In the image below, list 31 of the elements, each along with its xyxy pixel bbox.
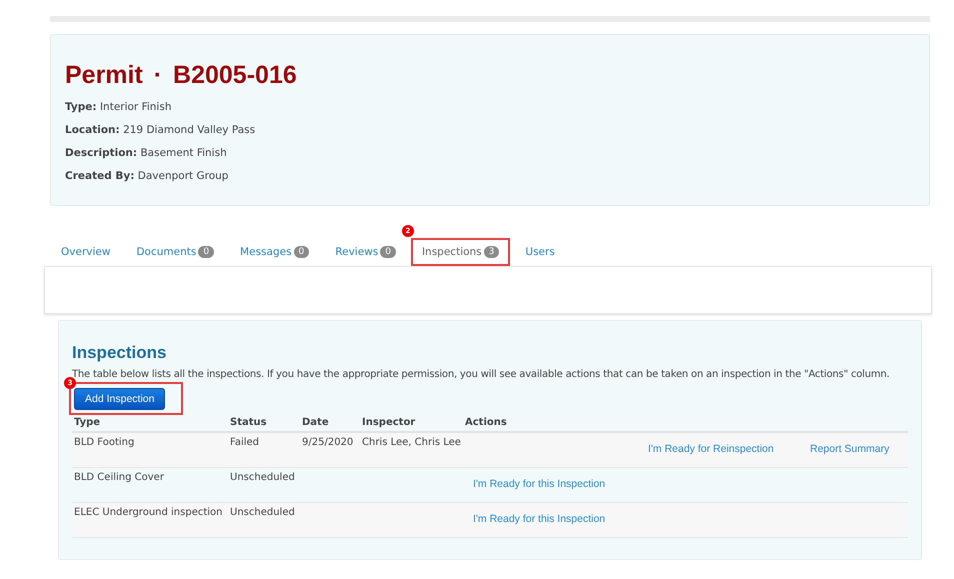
column-header: Date bbox=[302, 417, 329, 428]
action-link[interactable]: I'm Ready for this Inspection bbox=[473, 478, 606, 490]
table-cell: BLD Ceiling Cover bbox=[74, 472, 164, 483]
intro-text: The table below lists all the inspections. If you have the appropriate permission, you will see available actions that can be taken on an inspection in the "Actions" column. bbox=[72, 369, 891, 380]
column-header: Inspector bbox=[362, 417, 416, 428]
tab[interactable]: Documents 0 bbox=[125, 238, 226, 266]
table-cell: ELEC Underground inspection bbox=[74, 507, 223, 518]
column-header: Status bbox=[230, 417, 267, 428]
tab[interactable]: Messages 0 bbox=[229, 238, 320, 266]
table-cell: BLD Footing bbox=[74, 437, 134, 448]
column-header: Type bbox=[74, 417, 100, 428]
column-header: Actions bbox=[465, 417, 507, 428]
add-inspection-button[interactable]: Add Inspection bbox=[74, 388, 166, 410]
table-cell: Unscheduled bbox=[230, 507, 295, 518]
permit-detail: Created By: Davenport Group bbox=[65, 169, 230, 184]
table-cell: 9/25/2020 bbox=[302, 437, 354, 448]
permit-title: Permit · B2005-016 bbox=[65, 61, 298, 90]
permit-detail: Type: Interior Finish bbox=[65, 100, 172, 115]
count-badge: 0 bbox=[380, 246, 396, 258]
permit-detail: Location: 219 Diamond Valley Pass bbox=[65, 123, 256, 138]
count-badge: 3 bbox=[484, 246, 500, 258]
count-badge: 0 bbox=[198, 246, 214, 258]
tab[interactable]: Overview bbox=[50, 238, 122, 266]
permit-detail: Description: Basement Finish bbox=[65, 146, 228, 161]
count-badge: 0 bbox=[294, 246, 310, 258]
tab[interactable]: Reviews 0 bbox=[324, 238, 407, 266]
tab[interactable]: Users bbox=[514, 238, 566, 266]
table-cell: Failed bbox=[230, 437, 260, 448]
table-cell: Chris Lee, Chris Lee bbox=[362, 437, 461, 448]
table-cell: Unscheduled bbox=[230, 472, 295, 483]
section-heading: Inspections bbox=[72, 343, 168, 363]
